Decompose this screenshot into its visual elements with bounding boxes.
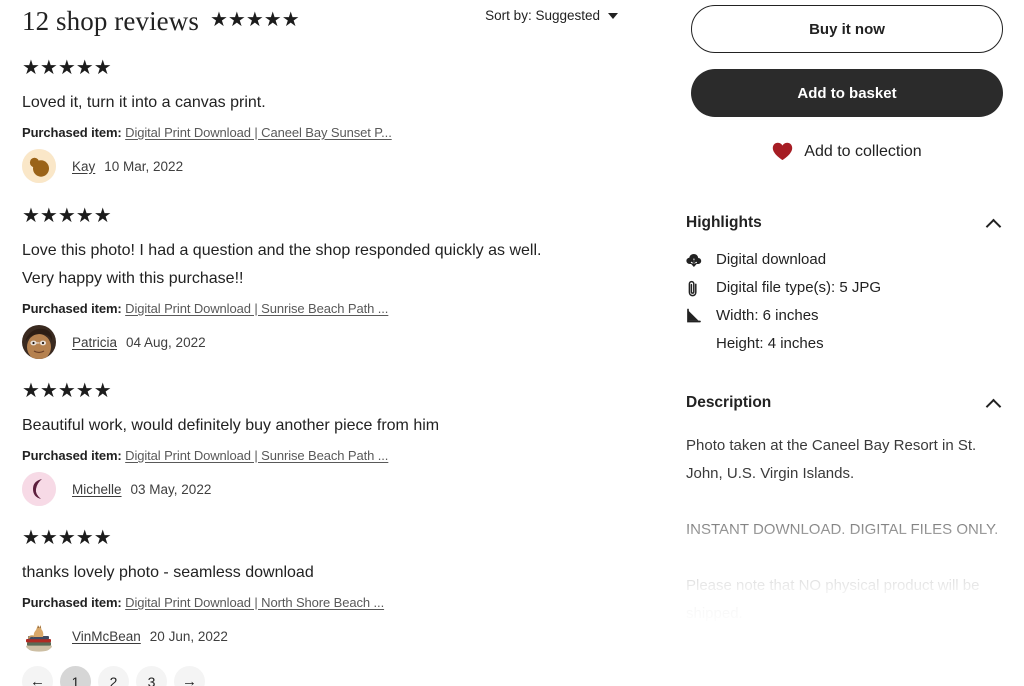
purchased-item-line: Purchased item: Digital Print Download |… bbox=[22, 595, 618, 610]
purchased-item-line: Purchased item: Digital Print Download |… bbox=[22, 301, 618, 316]
highlight-text: Width: 6 inches bbox=[716, 307, 819, 324]
buy-it-now-button[interactable]: Buy it now bbox=[691, 5, 1003, 53]
review-item: ★★★★★ Loved it, turn it into a canvas pr… bbox=[0, 58, 640, 183]
review-item: ★★★★★ thanks lovely photo - seamless dow… bbox=[0, 528, 640, 653]
shop-rating-stars: ★★★★★ bbox=[209, 9, 300, 31]
shop-reviews-section: 12 shop reviews ★★★★★ Sort by: Suggested… bbox=[0, 0, 640, 686]
review-author-link[interactable]: Patricia bbox=[72, 335, 117, 350]
avatar[interactable] bbox=[22, 472, 56, 506]
review-stars: ★★★★★ bbox=[22, 527, 112, 549]
add-to-collection-label: Add to collection bbox=[804, 142, 922, 160]
purchased-item-link[interactable]: Digital Print Download | Caneel Bay Suns… bbox=[125, 125, 392, 140]
reviews-header: 12 shop reviews ★★★★★ Sort by: Suggested bbox=[0, 0, 640, 42]
review-date: 20 Jun, 2022 bbox=[149, 628, 228, 644]
product-page: 12 shop reviews ★★★★★ Sort by: Suggested… bbox=[0, 0, 1024, 686]
avatar[interactable] bbox=[22, 149, 56, 183]
highlight-text: Digital download bbox=[716, 251, 827, 268]
purchased-item-label: Purchased item: bbox=[22, 125, 122, 140]
description-paragraph: INSTANT DOWNLOAD. DIGITAL FILES ONLY. bbox=[686, 521, 999, 538]
ruler-icon bbox=[686, 302, 706, 330]
description-header[interactable]: Description bbox=[686, 394, 1008, 412]
review-author-link[interactable]: Kay bbox=[72, 159, 95, 174]
description-section: Description Photo taken at the Caneel Ba… bbox=[670, 394, 1024, 628]
highlight-row: Width: 6 inches bbox=[686, 302, 1008, 330]
purchased-item-link[interactable]: Digital Print Download | North Shore Bea… bbox=[125, 595, 384, 610]
highlight-row: Height: 4 inches bbox=[686, 330, 1008, 358]
purchased-item-link[interactable]: Digital Print Download | Sunrise Beach P… bbox=[125, 448, 388, 463]
paperclip-icon bbox=[686, 274, 706, 302]
review-footer: Michelle 03 May, 2022 bbox=[22, 472, 618, 506]
review-date: 04 Aug, 2022 bbox=[126, 334, 206, 350]
review-footer: Patricia 04 Aug, 2022 bbox=[22, 325, 618, 359]
cloud-download-icon bbox=[686, 246, 706, 274]
pagination-prev-button[interactable]: ← bbox=[22, 666, 53, 686]
highlights-header[interactable]: Highlights bbox=[686, 214, 1008, 232]
review-stars: ★★★★★ bbox=[22, 380, 112, 402]
highlights-list: Digital download Digital file type(s): 5… bbox=[686, 246, 1008, 358]
description-title: Description bbox=[686, 394, 772, 411]
highlight-row: Digital file type(s): 5 JPG bbox=[686, 274, 1008, 302]
purchased-item-label: Purchased item: bbox=[22, 301, 122, 316]
pagination-page-3[interactable]: 3 bbox=[136, 666, 167, 686]
review-date: 03 May, 2022 bbox=[130, 481, 212, 497]
purchased-item-line: Purchased item: Digital Print Download |… bbox=[22, 125, 618, 140]
avatar-illustration-tan bbox=[22, 149, 56, 183]
highlight-text: Digital file type(s): 5 JPG bbox=[716, 279, 882, 296]
chevron-up-icon[interactable] bbox=[987, 397, 1000, 410]
purchased-item-line: Purchased item: Digital Print Download |… bbox=[22, 448, 618, 463]
review-stars: ★★★★★ bbox=[22, 57, 112, 79]
review-text: Love this photo! I had a question and th… bbox=[22, 242, 542, 287]
heart-icon bbox=[773, 142, 793, 160]
review-date: 10 Mar, 2022 bbox=[104, 158, 184, 174]
add-to-collection-button[interactable]: Add to collection bbox=[670, 142, 1024, 161]
description-paragraph: Photo taken at the Caneel Bay Resort in … bbox=[686, 437, 977, 482]
highlights-title: Highlights bbox=[686, 214, 762, 231]
review-author-link[interactable]: Michelle bbox=[72, 482, 122, 497]
add-to-basket-button[interactable]: Add to basket bbox=[691, 69, 1003, 117]
description-body: Photo taken at the Caneel Bay Resort in … bbox=[686, 432, 1008, 628]
avatar-photo-portrait bbox=[22, 325, 56, 359]
highlights-section: Highlights Digital download Digital file… bbox=[670, 214, 1024, 358]
review-footer: VinMcBean 20 Jun, 2022 bbox=[22, 619, 618, 653]
purchased-item-link[interactable]: Digital Print Download | Sunrise Beach P… bbox=[125, 301, 388, 316]
sort-by-dropdown[interactable]: Sort by: Suggested bbox=[485, 8, 618, 23]
review-footer: Kay 10 Mar, 2022 bbox=[22, 149, 618, 183]
highlight-row: Digital download bbox=[686, 246, 1008, 274]
avatar[interactable] bbox=[22, 325, 56, 359]
sort-by-label: Sort by: Suggested bbox=[485, 8, 600, 23]
purchased-item-label: Purchased item: bbox=[22, 595, 122, 610]
chevron-down-icon bbox=[608, 12, 618, 19]
review-item: ★★★★★ Love this photo! I had a question … bbox=[0, 206, 640, 359]
review-text: Beautiful work, would definitely buy ano… bbox=[22, 417, 440, 434]
review-text: Loved it, turn it into a canvas print. bbox=[22, 94, 266, 111]
page-title: 12 shop reviews bbox=[22, 5, 199, 36]
review-item: ★★★★★ Beautiful work, would definitely b… bbox=[0, 381, 640, 506]
review-stars: ★★★★★ bbox=[22, 205, 112, 227]
highlight-text: Height: 4 inches bbox=[716, 335, 824, 352]
avatar[interactable] bbox=[22, 619, 56, 653]
avatar-illustration-pink bbox=[22, 472, 56, 506]
pagination-page-2[interactable]: 2 bbox=[98, 666, 129, 686]
review-author-link[interactable]: VinMcBean bbox=[72, 629, 141, 644]
pagination: ← 1 2 3 → bbox=[0, 666, 640, 686]
pagination-next-button[interactable]: → bbox=[174, 666, 205, 686]
pagination-page-1[interactable]: 1 bbox=[60, 666, 91, 686]
description-paragraph: Please note that NO physical product wil… bbox=[686, 577, 980, 622]
purchased-item-label: Purchased item: bbox=[22, 448, 122, 463]
review-text: thanks lovely photo - seamless download bbox=[22, 564, 314, 581]
chevron-up-icon[interactable] bbox=[987, 217, 1000, 230]
avatar-photo-cat bbox=[22, 619, 56, 653]
buy-panel: Buy it now Add to basket Add to collecti… bbox=[670, 0, 1024, 686]
